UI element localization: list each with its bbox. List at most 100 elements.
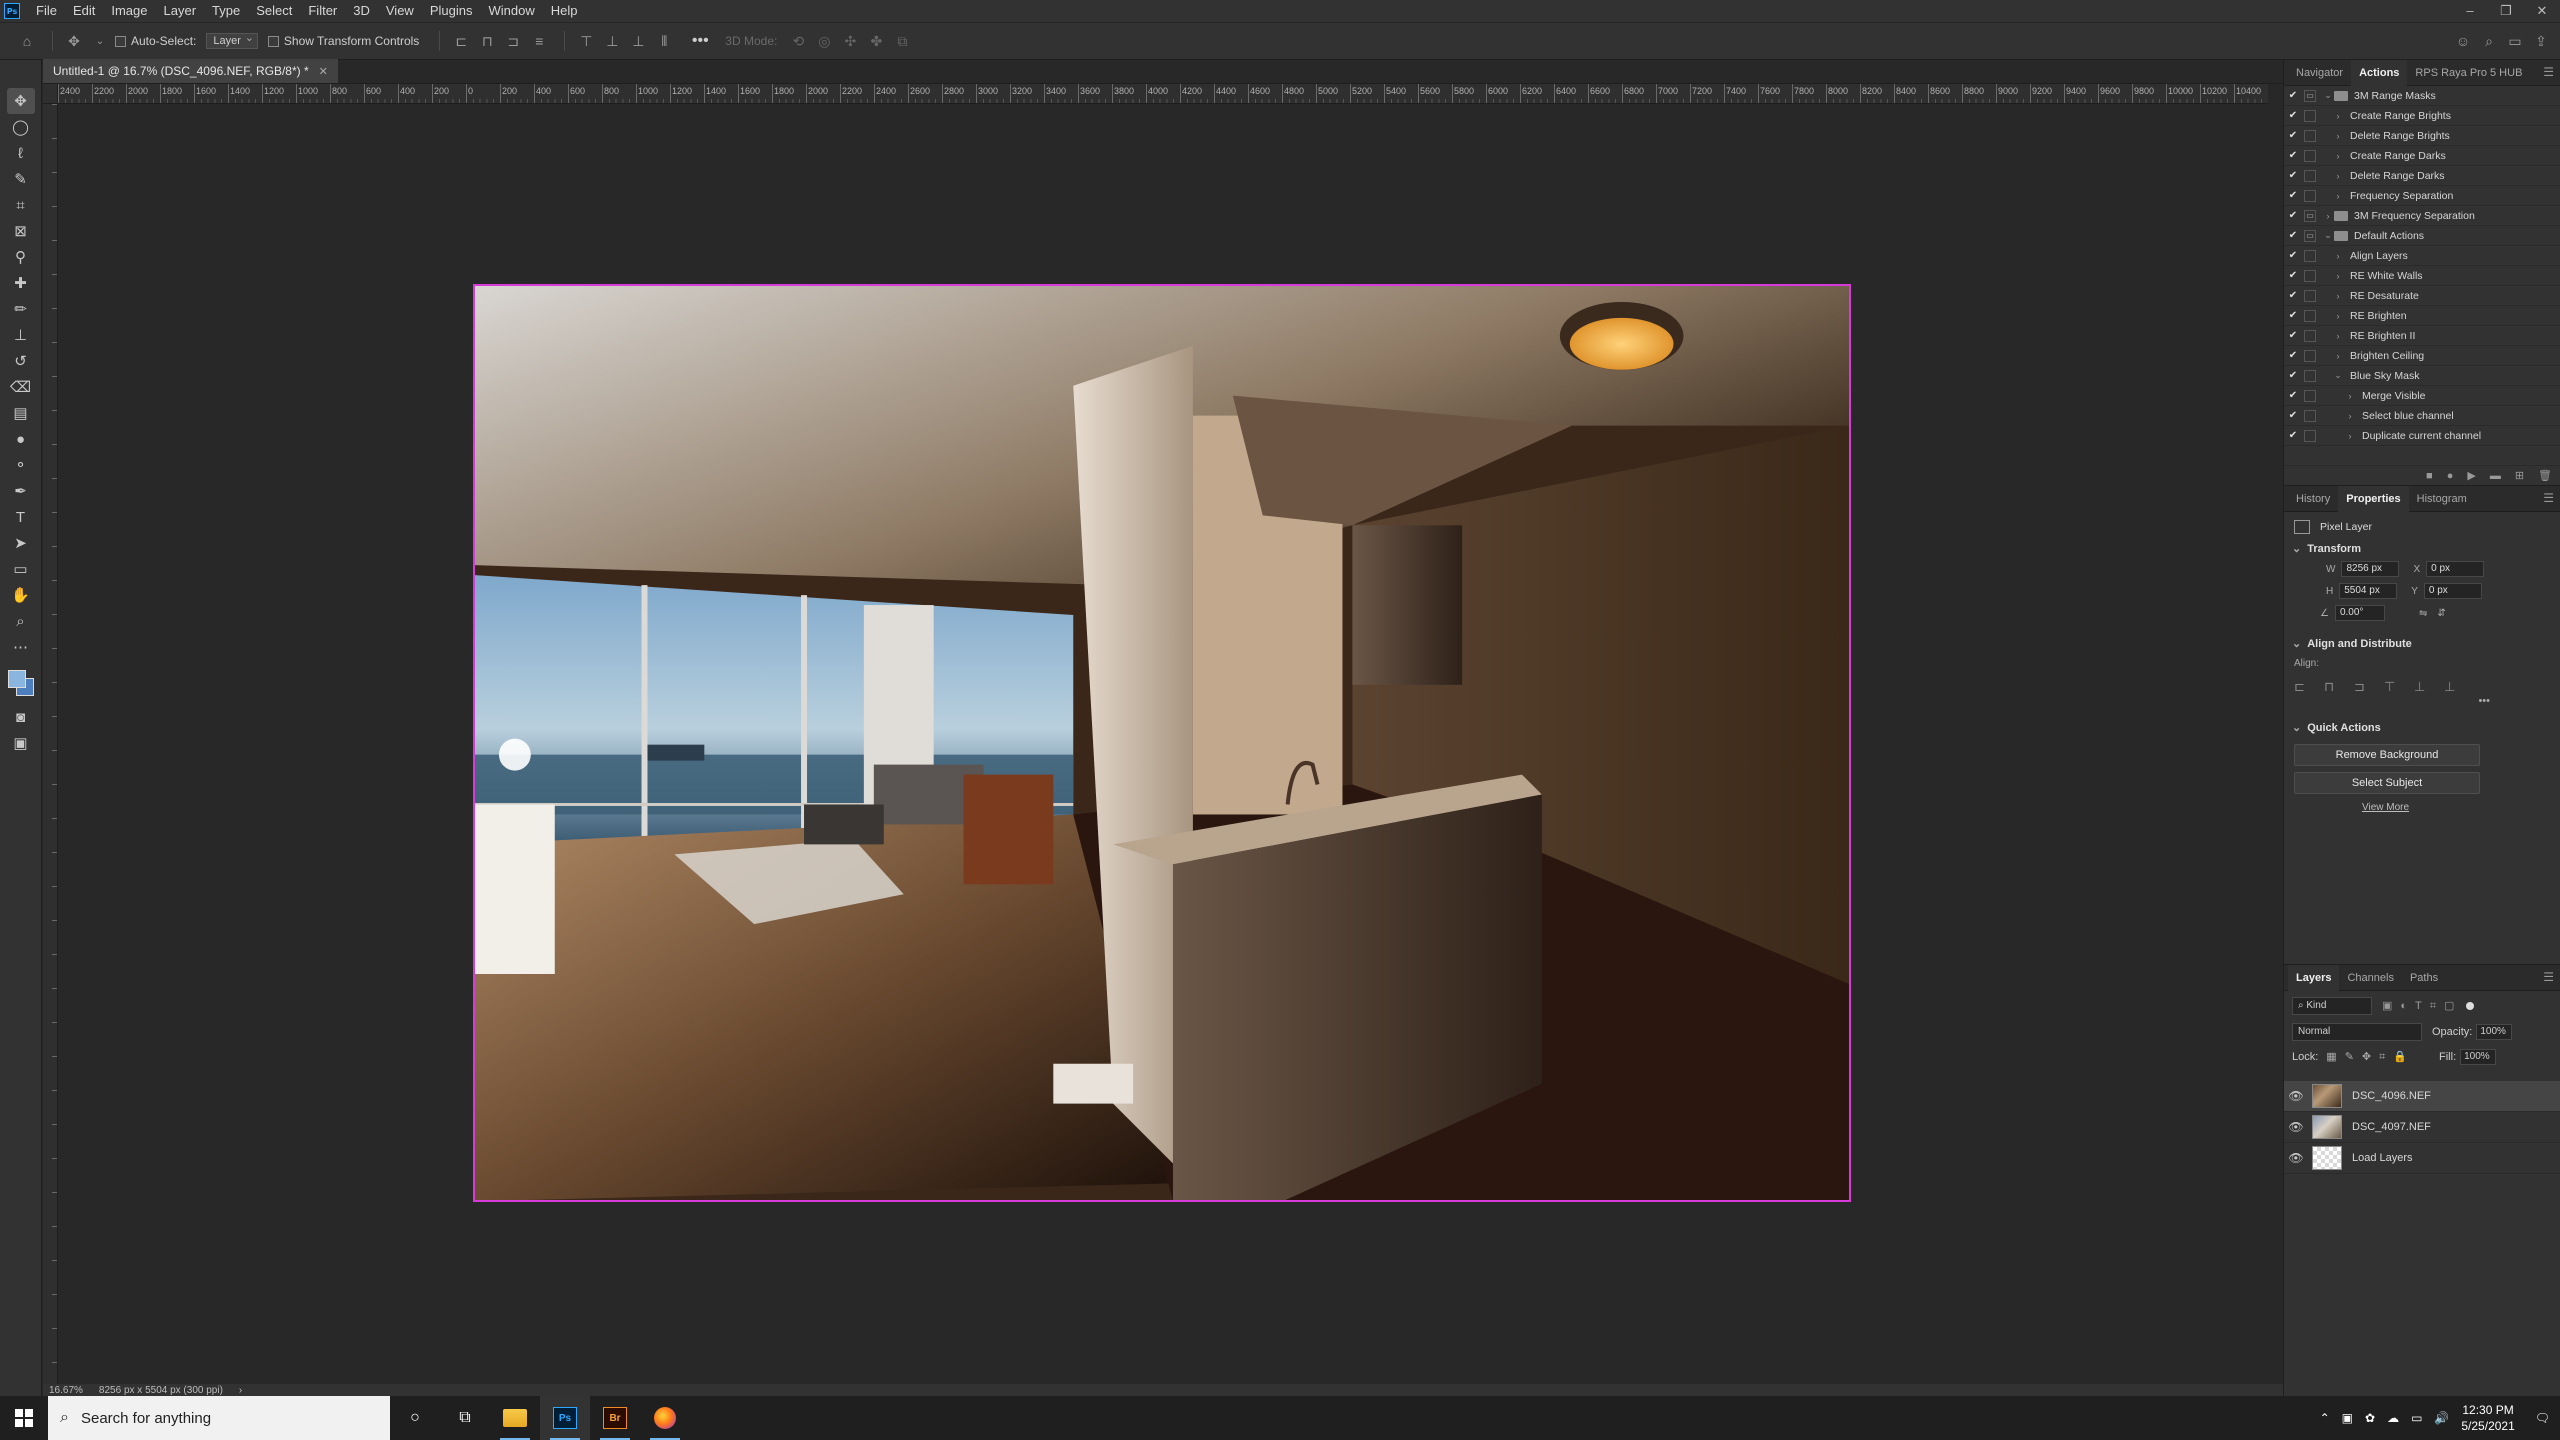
onedrive-icon[interactable]: ☁: [2387, 1411, 2399, 1425]
action-row[interactable]: ✔ › RE Brighten II: [2284, 326, 2560, 346]
document-canvas[interactable]: [473, 284, 1851, 1202]
action-row[interactable]: ✔ › Brighten Ceiling: [2284, 346, 2560, 366]
minimize-icon[interactable]: –: [2452, 0, 2488, 22]
filter-toggle-icon[interactable]: [2466, 1002, 2475, 1010]
x-field[interactable]: 0 px: [2426, 561, 2485, 577]
align-left-edges-icon[interactable]: ⊏: [2294, 679, 2324, 695]
notifications-icon[interactable]: 🗨: [2535, 1411, 2550, 1425]
tab-actions[interactable]: Actions: [2351, 59, 2408, 86]
move-tool-icon[interactable]: ✥: [63, 30, 85, 52]
tab-history[interactable]: History: [2288, 486, 2338, 512]
align-right-icon[interactable]: ⊐: [502, 30, 524, 52]
brush-tool-icon[interactable]: ✏: [7, 296, 35, 322]
action-row[interactable]: ✔ › RE Desaturate: [2284, 286, 2560, 306]
menu-plugins[interactable]: Plugins: [422, 0, 481, 22]
transform-section-header[interactable]: Transform: [2284, 534, 2560, 555]
action-row[interactable]: ✔ › Frequency Separation: [2284, 186, 2560, 206]
chevron-right-icon[interactable]: ›: [2332, 271, 2344, 281]
action-toggle-check-icon[interactable]: ✔: [2284, 230, 2302, 241]
align-vertical-centers-icon[interactable]: ⊥: [2414, 679, 2444, 695]
menu-3d[interactable]: 3D: [345, 0, 378, 22]
action-toggle-check-icon[interactable]: ✔: [2284, 150, 2302, 161]
tab-layers[interactable]: Layers: [2288, 964, 2340, 991]
action-row[interactable]: ✔ › Duplicate current channel: [2284, 426, 2560, 446]
show-transform-checkbox[interactable]: [267, 35, 279, 47]
dialog-toggle-icon[interactable]: [2304, 269, 2316, 282]
action-toggle-check-icon[interactable]: ✔: [2284, 190, 2302, 201]
action-row[interactable]: ✔ › Delete Range Brights: [2284, 126, 2560, 146]
layer-row[interactable]: 👁 DSC_4097.NEF: [2284, 1112, 2560, 1143]
action-set-row[interactable]: ✔ ▭ ⌄ 3M Range Masks: [2284, 86, 2560, 106]
action-row[interactable]: ✔ › RE Brighten: [2284, 306, 2560, 326]
move-tool-icon[interactable]: ✥: [6, 88, 35, 114]
flip-horizontal-icon[interactable]: ⇋: [2419, 608, 2427, 619]
chevron-right-icon[interactable]: ›: [2332, 171, 2344, 181]
action-row[interactable]: ✔ › Create Range Brights: [2284, 106, 2560, 126]
tray-app-icon[interactable]: ▣: [2342, 1411, 2353, 1425]
action-row[interactable]: ✔ › Select blue channel: [2284, 406, 2560, 426]
dialog-toggle-icon[interactable]: [2304, 389, 2316, 402]
select-subject-button[interactable]: Select Subject: [2294, 772, 2480, 794]
opacity-field[interactable]: 100%: [2476, 1024, 2513, 1040]
chevron-right-icon[interactable]: ›: [2332, 111, 2344, 121]
more-options-icon[interactable]: •••: [689, 30, 711, 52]
panel-menu-icon[interactable]: ☰: [2543, 65, 2554, 79]
type-tool-icon[interactable]: T: [7, 504, 35, 530]
align-top-edges-icon[interactable]: ⊤: [2384, 679, 2414, 695]
share-icon[interactable]: ⇪: [2530, 30, 2552, 52]
dialog-toggle-icon[interactable]: [2304, 329, 2316, 342]
auto-select-target-dropdown[interactable]: Layer: [206, 31, 258, 49]
action-toggle-check-icon[interactable]: ✔: [2284, 130, 2302, 141]
dialog-toggle-icon[interactable]: [2304, 149, 2316, 162]
chevron-right-icon[interactable]: ›: [2332, 251, 2344, 261]
tab-histogram[interactable]: Histogram: [2409, 486, 2475, 512]
search-icon[interactable]: ⌕: [2478, 30, 2500, 52]
menu-filter[interactable]: Filter: [300, 0, 345, 22]
dialog-toggle-icon[interactable]: [2304, 349, 2316, 362]
action-row[interactable]: ✔ › Create Range Darks: [2284, 146, 2560, 166]
dialog-toggle-icon[interactable]: [2304, 189, 2316, 202]
view-more-link[interactable]: View More: [2284, 802, 2560, 813]
zoom-level[interactable]: 16.67%: [49, 1385, 83, 1396]
action-toggle-check-icon[interactable]: ✔: [2284, 270, 2302, 281]
dialog-toggle-icon[interactable]: [2304, 249, 2316, 262]
action-toggle-check-icon[interactable]: ✔: [2284, 430, 2302, 441]
action-row[interactable]: ✔ › RE White Walls: [2284, 266, 2560, 286]
visibility-eye-icon[interactable]: 👁: [2284, 1151, 2308, 1165]
history-brush-tool-icon[interactable]: ↺: [7, 348, 35, 374]
action-toggle-check-icon[interactable]: ✔: [2284, 350, 2302, 361]
action-toggle-check-icon[interactable]: ✔: [2284, 290, 2302, 301]
gradient-tool-icon[interactable]: ▤: [7, 400, 35, 426]
menu-window[interactable]: Window: [480, 0, 542, 22]
distribute-icon[interactable]: ≡: [528, 30, 550, 52]
vertical-ruler[interactable]: [43, 104, 58, 1384]
action-row[interactable]: ✔ › Delete Range Darks: [2284, 166, 2560, 186]
align-left-icon[interactable]: ⊏: [450, 30, 472, 52]
file-explorer-app[interactable]: [490, 1396, 540, 1440]
auto-select-checkbox[interactable]: [115, 35, 126, 47]
new-set-icon[interactable]: ▬: [2490, 470, 2501, 482]
dialog-toggle-icon[interactable]: [2304, 409, 2316, 422]
canvas-workspace[interactable]: [58, 104, 2268, 1384]
chevron-right-icon[interactable]: ›: [2332, 331, 2344, 341]
action-row[interactable]: ✔ › Align Layers: [2284, 246, 2560, 266]
action-row[interactable]: ✔ › Merge Visible: [2284, 386, 2560, 406]
align-middle-icon[interactable]: ⊥: [601, 30, 623, 52]
align-bottom-edges-icon[interactable]: ⊥: [2444, 679, 2474, 695]
align-right-edges-icon[interactable]: ⊐: [2354, 679, 2384, 695]
blur-tool-icon[interactable]: ●: [7, 426, 35, 452]
action-toggle-check-icon[interactable]: ✔: [2284, 250, 2302, 261]
photoshop-app[interactable]: Ps: [540, 1396, 590, 1440]
dialog-toggle-icon[interactable]: [2304, 169, 2316, 182]
panel-menu-icon[interactable]: ☰: [2543, 970, 2554, 984]
quick-actions-header[interactable]: Quick Actions: [2284, 707, 2560, 734]
chevron-right-icon[interactable]: ›: [2332, 191, 2344, 201]
horizontal-ruler[interactable]: 2400 2200 2000 1800 1600 1400 1200 1000 800 600 40…: [58, 84, 2268, 104]
bridge-app[interactable]: Br: [590, 1396, 640, 1440]
eraser-tool-icon[interactable]: ⌫: [7, 374, 35, 400]
layer-filter-icons[interactable]: ▣◐T⌗▢: [2382, 999, 2462, 1013]
action-toggle-check-icon[interactable]: ✔: [2284, 330, 2302, 341]
record-icon[interactable]: ●: [2447, 470, 2454, 482]
color-swatches[interactable]: [6, 668, 36, 698]
chevron-right-icon[interactable]: ›: [2332, 151, 2344, 161]
